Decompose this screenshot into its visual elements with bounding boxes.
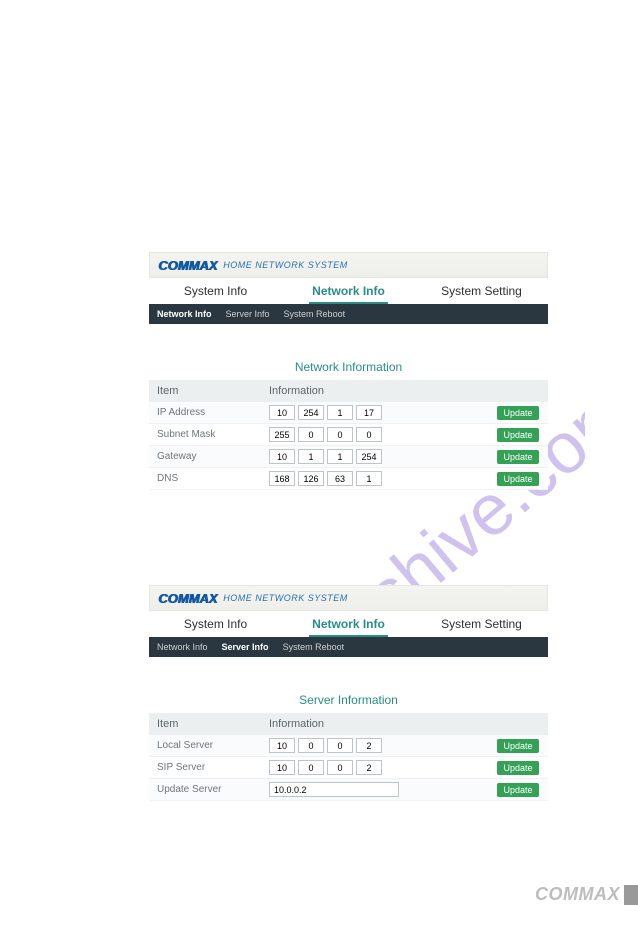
ip-octet-input[interactable] (356, 449, 382, 464)
row-label: Subnet Mask (149, 429, 269, 440)
panel-header: COMMAX HOME NETWORK SYSTEM (149, 585, 548, 611)
ip-octet-input[interactable] (356, 405, 382, 420)
ip-octet-input[interactable] (327, 449, 353, 464)
subnav-server-info[interactable]: Server Info (222, 642, 269, 652)
update-button[interactable]: Update (497, 472, 538, 486)
brand-logo: COMMAX (158, 591, 217, 606)
update-button[interactable]: Update (497, 783, 538, 797)
footer-brand: COMMAX (535, 884, 620, 905)
row-label: Local Server (149, 740, 269, 751)
row-label: DNS (149, 473, 269, 484)
ip-octet-input[interactable] (327, 427, 353, 442)
ip-octet-input[interactable] (327, 738, 353, 753)
table-header: Item Information (149, 380, 548, 402)
ip-octet-input[interactable] (269, 738, 295, 753)
ip-octet-input[interactable] (298, 471, 324, 486)
ip-octet-input[interactable] (356, 760, 382, 775)
section-title: Server Information (149, 687, 548, 713)
table-row: Subnet Mask Update (149, 424, 548, 446)
ip-octet-input[interactable] (327, 405, 353, 420)
ip-octet-input[interactable] (356, 738, 382, 753)
table-row: SIP Server Update (149, 757, 548, 779)
subnav-system-reboot[interactable]: System Reboot (283, 642, 345, 652)
ip-octet-input[interactable] (298, 405, 324, 420)
ip-octet-input[interactable] (356, 471, 382, 486)
sub-nav: Network Info Server Info System Reboot (149, 304, 548, 324)
subnav-server-info[interactable]: Server Info (226, 309, 270, 319)
table-header: Item Information (149, 713, 548, 735)
ip-octet-input[interactable] (269, 449, 295, 464)
sub-nav: Network Info Server Info System Reboot (149, 637, 548, 657)
update-button[interactable]: Update (497, 406, 538, 420)
table-row: Local Server Update (149, 735, 548, 757)
ip-octet-input[interactable] (298, 760, 324, 775)
table-row: Update Server Update (149, 779, 548, 801)
tab-network-info[interactable]: Network Info (282, 278, 415, 304)
network-info-panel: COMMAX HOME NETWORK SYSTEM System Info N… (149, 252, 548, 490)
brand-subtitle: HOME NETWORK SYSTEM (223, 260, 348, 270)
main-tabs: System Info Network Info System Setting (149, 278, 548, 304)
tab-system-info[interactable]: System Info (149, 611, 282, 637)
th-item: Item (149, 385, 269, 397)
tab-system-setting[interactable]: System Setting (415, 611, 548, 637)
ip-octet-input[interactable] (327, 760, 353, 775)
brand-logo: COMMAX (158, 258, 217, 273)
subnav-network-info[interactable]: Network Info (157, 642, 208, 652)
table-row: Gateway Update (149, 446, 548, 468)
row-label: IP Address (149, 407, 269, 418)
update-button[interactable]: Update (497, 428, 538, 442)
ip-octet-input[interactable] (356, 427, 382, 442)
ip-octet-input[interactable] (298, 427, 324, 442)
th-info: Information (269, 385, 548, 397)
ip-octet-input[interactable] (269, 405, 295, 420)
brand-subtitle: HOME NETWORK SYSTEM (223, 593, 348, 603)
row-label: SIP Server (149, 762, 269, 773)
tab-network-info[interactable]: Network Info (282, 611, 415, 637)
update-button[interactable]: Update (497, 761, 538, 775)
footer-bar (624, 885, 638, 905)
ip-octet-input[interactable] (269, 760, 295, 775)
table-row: DNS Update (149, 468, 548, 490)
ip-octet-input[interactable] (269, 471, 295, 486)
server-address-input[interactable] (269, 782, 399, 797)
th-item: Item (149, 718, 269, 730)
panel-header: COMMAX HOME NETWORK SYSTEM (149, 252, 548, 278)
main-tabs: System Info Network Info System Setting (149, 611, 548, 637)
ip-octet-input[interactable] (269, 427, 295, 442)
update-button[interactable]: Update (497, 450, 538, 464)
row-label: Update Server (149, 784, 269, 795)
section-title: Network Information (149, 354, 548, 380)
th-info: Information (269, 718, 548, 730)
network-table: Item Information IP Address Update Subne… (149, 380, 548, 490)
ip-octet-input[interactable] (298, 449, 324, 464)
server-info-panel: COMMAX HOME NETWORK SYSTEM System Info N… (149, 585, 548, 801)
row-label: Gateway (149, 451, 269, 462)
server-table: Item Information Local Server Update SIP… (149, 713, 548, 801)
ip-octet-input[interactable] (298, 738, 324, 753)
subnav-system-reboot[interactable]: System Reboot (284, 309, 346, 319)
subnav-network-info[interactable]: Network Info (157, 309, 212, 319)
ip-octet-input[interactable] (327, 471, 353, 486)
table-row: IP Address Update (149, 402, 548, 424)
tab-system-info[interactable]: System Info (149, 278, 282, 304)
tab-system-setting[interactable]: System Setting (415, 278, 548, 304)
update-button[interactable]: Update (497, 739, 538, 753)
